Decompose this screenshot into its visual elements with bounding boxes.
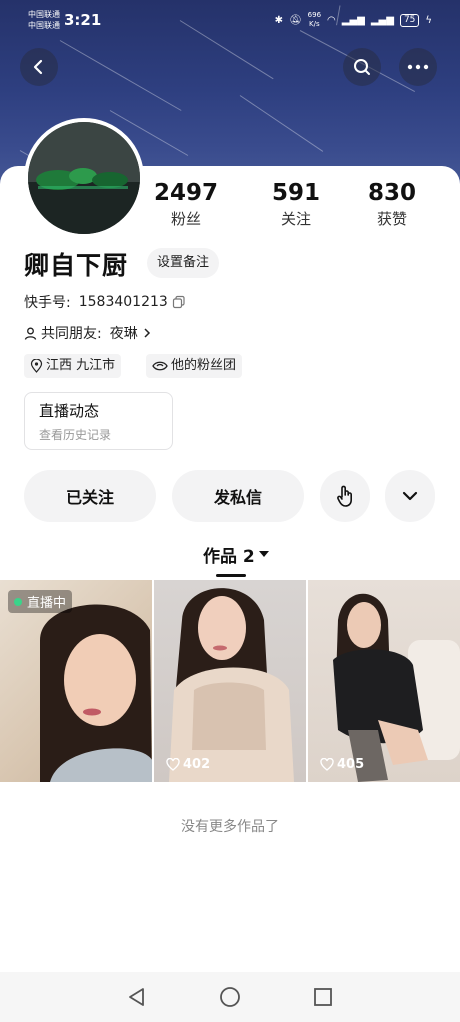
system-nav-bar <box>0 972 460 1022</box>
likes-count: 830 <box>367 180 416 206</box>
likes-label: 获赞 <box>376 210 407 228</box>
kuaishou-id: 1583401213 <box>78 294 168 310</box>
share-gesture-icon <box>337 485 352 507</box>
tab-works-label: 作品 2 <box>203 547 255 567</box>
bluetooth-icon: ✱ <box>274 14 283 26</box>
mutual-friends-row[interactable]: 共同朋友: 夜琳 <box>24 323 152 343</box>
chevron-down-icon <box>402 491 418 501</box>
carrier-2: 中国联通 <box>28 21 60 30</box>
share-button[interactable] <box>320 470 370 522</box>
tab-indicator <box>216 574 246 577</box>
signal-2-icon: ▂▄▆ <box>370 14 394 26</box>
works-grid: 直播中 402 405 <box>0 580 460 782</box>
status-time: 3:21 <box>64 11 102 29</box>
kuaishou-id-label: 快手号: <box>24 295 71 311</box>
location-icon <box>30 359 43 373</box>
location-text: 江西 九江市 <box>46 358 116 373</box>
nav-home-icon[interactable] <box>218 985 242 1009</box>
nav-recents-icon[interactable] <box>312 986 334 1008</box>
followers-label: 粉丝 <box>170 210 201 228</box>
charging-icon: ϟ <box>425 14 432 26</box>
status-bar: 中国联通 中国联通 3:21 ✱ 🔕︎ 696 K/s ◠ ▂▄▆ ▂▄▆ 75… <box>0 0 460 40</box>
wifi-icon: ◠ <box>327 14 336 26</box>
live-badge: 直播中 <box>8 590 73 613</box>
work-thumbnail <box>169 588 294 782</box>
back-button[interactable] <box>20 48 58 86</box>
live-dot-icon <box>14 597 22 606</box>
no-more-works-text: 没有更多作品了 <box>181 819 279 835</box>
profile-name: 卿自下厨 <box>24 251 129 280</box>
search-button[interactable] <box>343 48 381 86</box>
avatar-image <box>28 122 140 234</box>
heart-icon <box>320 758 334 771</box>
signal-icon: ▂▄▆ <box>341 14 365 26</box>
following-button[interactable]: 已关注 <box>24 470 156 522</box>
carrier-1: 中国联通 <box>28 10 60 19</box>
work-item[interactable]: 405 <box>308 580 460 782</box>
fan-group-text: 他的粉丝团 <box>171 358 237 373</box>
live-history-card[interactable]: 直播动态 查看历史记录 <box>24 392 173 450</box>
heart-icon <box>166 758 180 771</box>
work-likes: 402 <box>166 757 210 772</box>
live-badge-text: 直播中 <box>27 596 67 611</box>
live-card-title: 直播动态 <box>39 402 100 420</box>
work-likes: 405 <box>320 757 364 772</box>
location-tag[interactable]: 江西 九江市 <box>24 354 122 378</box>
work-item[interactable]: 402 <box>154 580 306 782</box>
fan-group-tag[interactable]: 他的粉丝团 <box>146 354 243 378</box>
avatar[interactable] <box>24 118 144 238</box>
following-label: 关注 <box>280 210 311 228</box>
mute-icon: 🔕︎ <box>288 14 302 26</box>
send-message-button[interactable]: 发私信 <box>172 470 304 522</box>
kuaishou-id-row: 快手号: 1583401213 <box>24 292 186 312</box>
net-speed: 696 K/s <box>307 11 322 28</box>
live-card-subtitle: 查看历史记录 <box>39 428 112 442</box>
following-stat[interactable]: 591 关注 <box>251 180 341 229</box>
tab-works[interactable]: 作品 2 <box>203 542 269 567</box>
set-remark-button[interactable]: 设置备注 <box>147 248 220 278</box>
copy-icon[interactable] <box>172 295 186 309</box>
more-button[interactable] <box>399 48 437 86</box>
likes-stat[interactable]: 830 获赞 <box>347 180 437 229</box>
work-item-live[interactable]: 直播中 <box>0 580 152 782</box>
nav-back-icon[interactable] <box>126 986 148 1008</box>
chevron-right-icon <box>144 328 150 338</box>
fan-group-icon <box>152 361 168 371</box>
work-thumbnail <box>333 593 460 782</box>
back-icon <box>33 59 43 75</box>
search-icon <box>354 59 370 75</box>
caret-down-icon <box>258 551 269 557</box>
person-icon <box>24 327 37 340</box>
followers-stat[interactable]: 2497 粉丝 <box>141 180 231 229</box>
followers-count: 2497 <box>153 180 218 206</box>
battery-icon: 75 <box>399 13 420 27</box>
expand-button[interactable] <box>385 470 435 522</box>
mutual-friends-label: 共同朋友: <box>41 326 102 342</box>
more-icon <box>407 64 429 70</box>
carrier-info: 中国联通 中国联通 <box>28 9 60 31</box>
mutual-friends-name: 夜琳 <box>109 326 138 342</box>
following-count: 591 <box>271 180 320 206</box>
